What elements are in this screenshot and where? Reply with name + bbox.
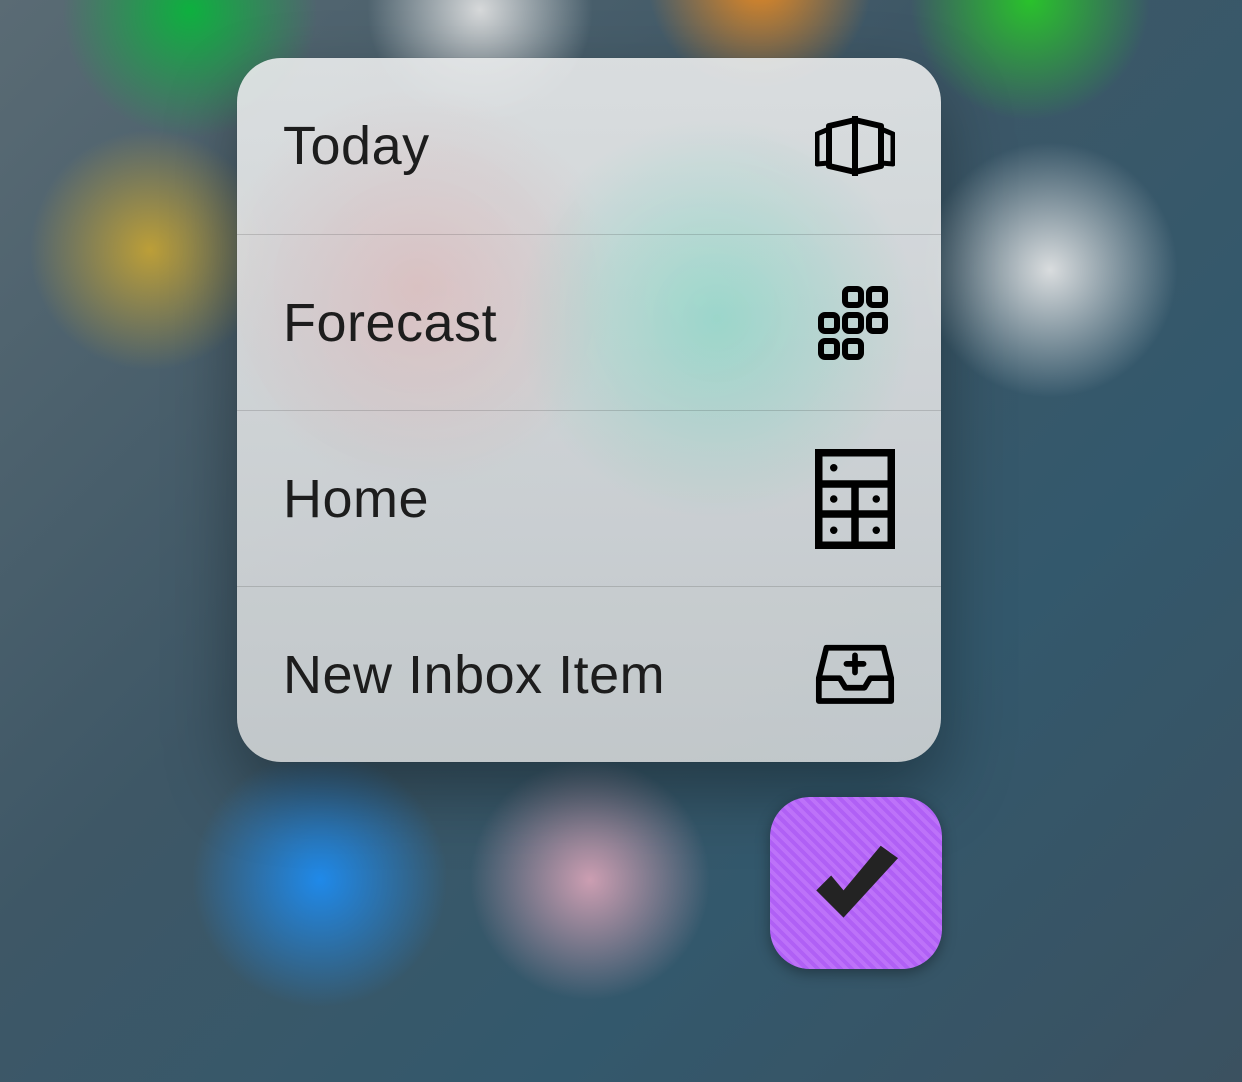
forecast-grid-icon [815,283,895,363]
menu-item-label: Forecast [283,292,497,354]
menu-item-label: Home [283,468,429,530]
menu-item-today[interactable]: Today [237,58,941,234]
today-panels-icon [815,106,895,186]
menu-item-label: New Inbox Item [283,644,665,706]
omnifocus-app-icon[interactable] [770,797,942,969]
menu-item-home[interactable]: Home [237,410,941,586]
new-inbox-icon [815,635,895,715]
menu-item-forecast[interactable]: Forecast [237,234,941,410]
quick-action-menu: Today Forecast [237,58,941,762]
home-project-icon [815,459,895,539]
menu-item-new-inbox[interactable]: New Inbox Item [237,586,941,762]
home-screen-background: Today Forecast [0,0,1242,1082]
checkmark-icon [816,846,898,918]
menu-item-label: Today [283,115,430,177]
